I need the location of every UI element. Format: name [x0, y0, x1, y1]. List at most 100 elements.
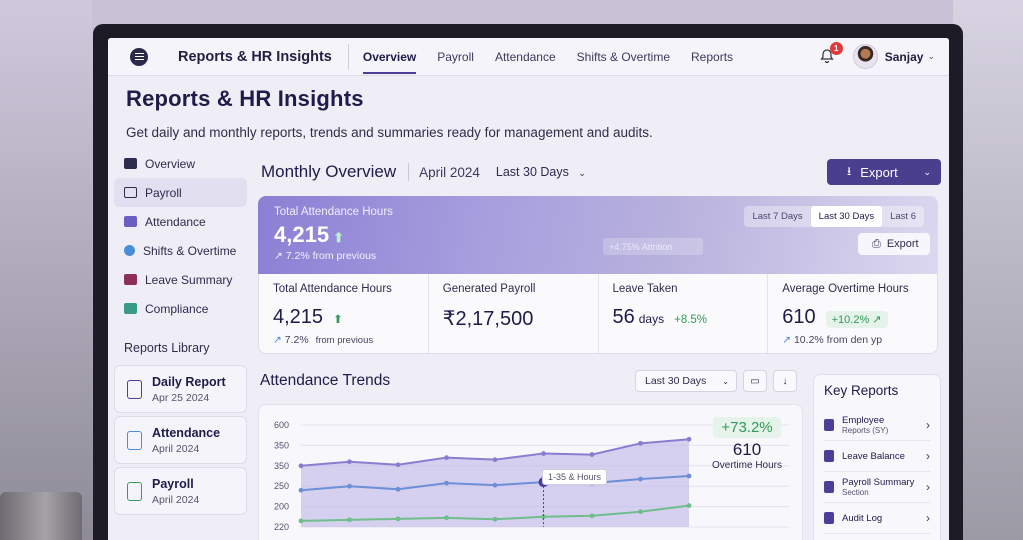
sidebar-item-attendance[interactable]: Attendance [114, 207, 247, 236]
key-report-title: Audit Log [842, 512, 883, 524]
tab-reports[interactable]: Reports [691, 38, 733, 76]
tab-payroll[interactable]: Payroll [437, 38, 474, 76]
y-tick-label: 350 [274, 440, 289, 450]
coffee-mug [0, 492, 82, 540]
notification-bell-icon[interactable]: 1 [819, 41, 843, 66]
library-card-payroll[interactable]: Payroll April 2024 [114, 467, 247, 515]
range-select[interactable]: Last 30 Days ⌄ [496, 165, 586, 179]
sidebar-item-compliance[interactable]: Compliance [114, 294, 247, 323]
segment-last-6[interactable]: Last 6 [882, 206, 924, 227]
stat-value-number: 4,215 [273, 306, 324, 328]
stat-value: 4,215 ⬆ [273, 306, 414, 329]
calendar-icon [127, 430, 142, 450]
library-card-date: Apr 25 2024 [152, 391, 210, 404]
library-card-title: Daily Report [152, 374, 226, 389]
chevron-down-icon[interactable]: ⌄ [923, 167, 931, 178]
key-report-title: Employee [842, 415, 885, 426]
range-segmented-control: Last 7 Days Last 30 Days Last 6 [744, 206, 924, 227]
callout-value: 610 [732, 440, 762, 459]
segment-last-7-days[interactable]: Last 7 Days [744, 206, 810, 227]
document-icon [127, 379, 142, 399]
trend-icon: ↗ [274, 250, 286, 262]
stat-sub: ↗ 7.2% from previous [273, 334, 414, 346]
sidebar-item-label: Payroll [145, 185, 182, 200]
library-card-date: April 2024 [152, 442, 200, 455]
document-icon [824, 481, 834, 493]
data-point [638, 476, 643, 482]
chart-tooltip: 1-35 & Hours [542, 469, 608, 485]
chevron-down-icon[interactable]: ⌄ [927, 51, 935, 62]
library-card-daily-report[interactable]: Daily Report Apr 25 2024 [114, 365, 247, 413]
y-tick-label: 250 [274, 481, 289, 491]
data-point [638, 509, 643, 515]
hero-card: Total Attendance Hours 4,215 ⬆ ↗ 7.2% fro… [258, 196, 938, 274]
attendance-icon [124, 216, 137, 227]
trends-range-select[interactable]: Last 30 Days ⌄ [635, 370, 737, 392]
export-button[interactable]: ⭳ Export ⌄ [827, 159, 941, 185]
chevron-right-icon: › [926, 418, 930, 432]
overview-icon [124, 158, 137, 169]
hero-attrition-chip: +4.75% Attrition [603, 238, 703, 255]
data-point [444, 455, 449, 461]
arrow-up-icon: ⬆ [333, 230, 344, 245]
callout-pct: +73.2% [713, 417, 781, 438]
hero-value-number: 4,215 [274, 222, 330, 247]
chevron-right-icon: › [926, 511, 930, 525]
data-point [347, 517, 352, 523]
key-report-title: Payroll Summary [842, 477, 915, 488]
tab-attendance[interactable]: Attendance [495, 38, 556, 76]
background-left [0, 0, 92, 540]
stat-pill: +10.2% ↗ [825, 311, 888, 328]
user-name[interactable]: Sanjay [885, 50, 924, 64]
stat-value-number: 610 [782, 306, 816, 328]
tab-shifts-overtime[interactable]: Shifts & Overtime [577, 38, 670, 76]
key-report-employee[interactable]: Employee Reports (SY) › [824, 410, 930, 441]
chevron-down-icon: ⌄ [722, 376, 729, 386]
stat-value: ₹2,17,500 [442, 308, 534, 330]
trend-icon: ↗ [782, 334, 794, 346]
sidebar-item-label: Leave Summary [145, 272, 233, 287]
library-card-attendance[interactable]: Attendance April 2024 [114, 416, 247, 464]
key-report-leave-balance[interactable]: Leave Balance › [824, 441, 930, 472]
tab-overview[interactable]: Overview [362, 38, 417, 76]
data-point [686, 436, 692, 442]
sidebar-item-shifts-overtime[interactable]: Shifts & Overtime [114, 236, 247, 265]
folder-icon[interactable]: ▭ [743, 370, 767, 392]
key-report-payroll-summary[interactable]: Payroll Summary Section › [824, 472, 930, 503]
stat-label: Leave Taken [612, 283, 678, 295]
chevron-right-icon: › [926, 480, 930, 494]
sidebar-item-payroll[interactable]: Payroll [114, 178, 247, 207]
y-tick-label: 200 [274, 502, 289, 512]
stat-leave-taken: Leave Taken 56 days +8.5% [599, 274, 769, 353]
sidebar-item-label: Shifts & Overtime [143, 243, 237, 258]
sidebar-item-overview[interactable]: Overview [114, 149, 247, 178]
main-content: Monthly Overview April 2024 Last 30 Days… [258, 149, 948, 540]
data-point [298, 518, 304, 524]
chevron-right-icon: › [926, 449, 930, 463]
key-report-audit-log[interactable]: Audit Log › [824, 503, 930, 534]
data-point [686, 503, 692, 508]
stat-value: 610 +10.2% ↗ [782, 306, 923, 329]
trends-range-value: Last 30 Days [645, 375, 707, 387]
menu-logo-icon[interactable] [130, 47, 148, 66]
data-point [444, 480, 449, 486]
stat-pill-text: +10.2% [831, 314, 870, 326]
data-point [589, 452, 595, 457]
leave-icon [124, 274, 137, 285]
key-reports-panel: Key Reports Employee Reports (SY) › Leave … [813, 374, 941, 540]
avatar[interactable] [852, 44, 878, 69]
segment-last-30-days[interactable]: Last 30 Days [810, 206, 883, 227]
data-point [492, 482, 498, 488]
data-point [686, 473, 692, 479]
key-report-sub: Reports (SY) [842, 426, 889, 435]
sort-icon[interactable]: ↓ [773, 370, 797, 392]
app-window: Reports & HR Insights Overview Payroll A… [108, 38, 949, 540]
sidebar-item-leave-summary[interactable]: Leave Summary [114, 265, 247, 294]
stat-label: Average Overtime Hours [782, 283, 909, 295]
hero-export-button[interactable]: ⎙ Export [858, 233, 930, 255]
stat-label: Total Attendance Hours [273, 283, 392, 295]
month-label: April 2024 [419, 164, 480, 180]
payroll-icon [124, 187, 137, 198]
hero-export-label: Export [886, 238, 919, 250]
hero-change: ↗ 7.2% from previous [274, 250, 922, 262]
